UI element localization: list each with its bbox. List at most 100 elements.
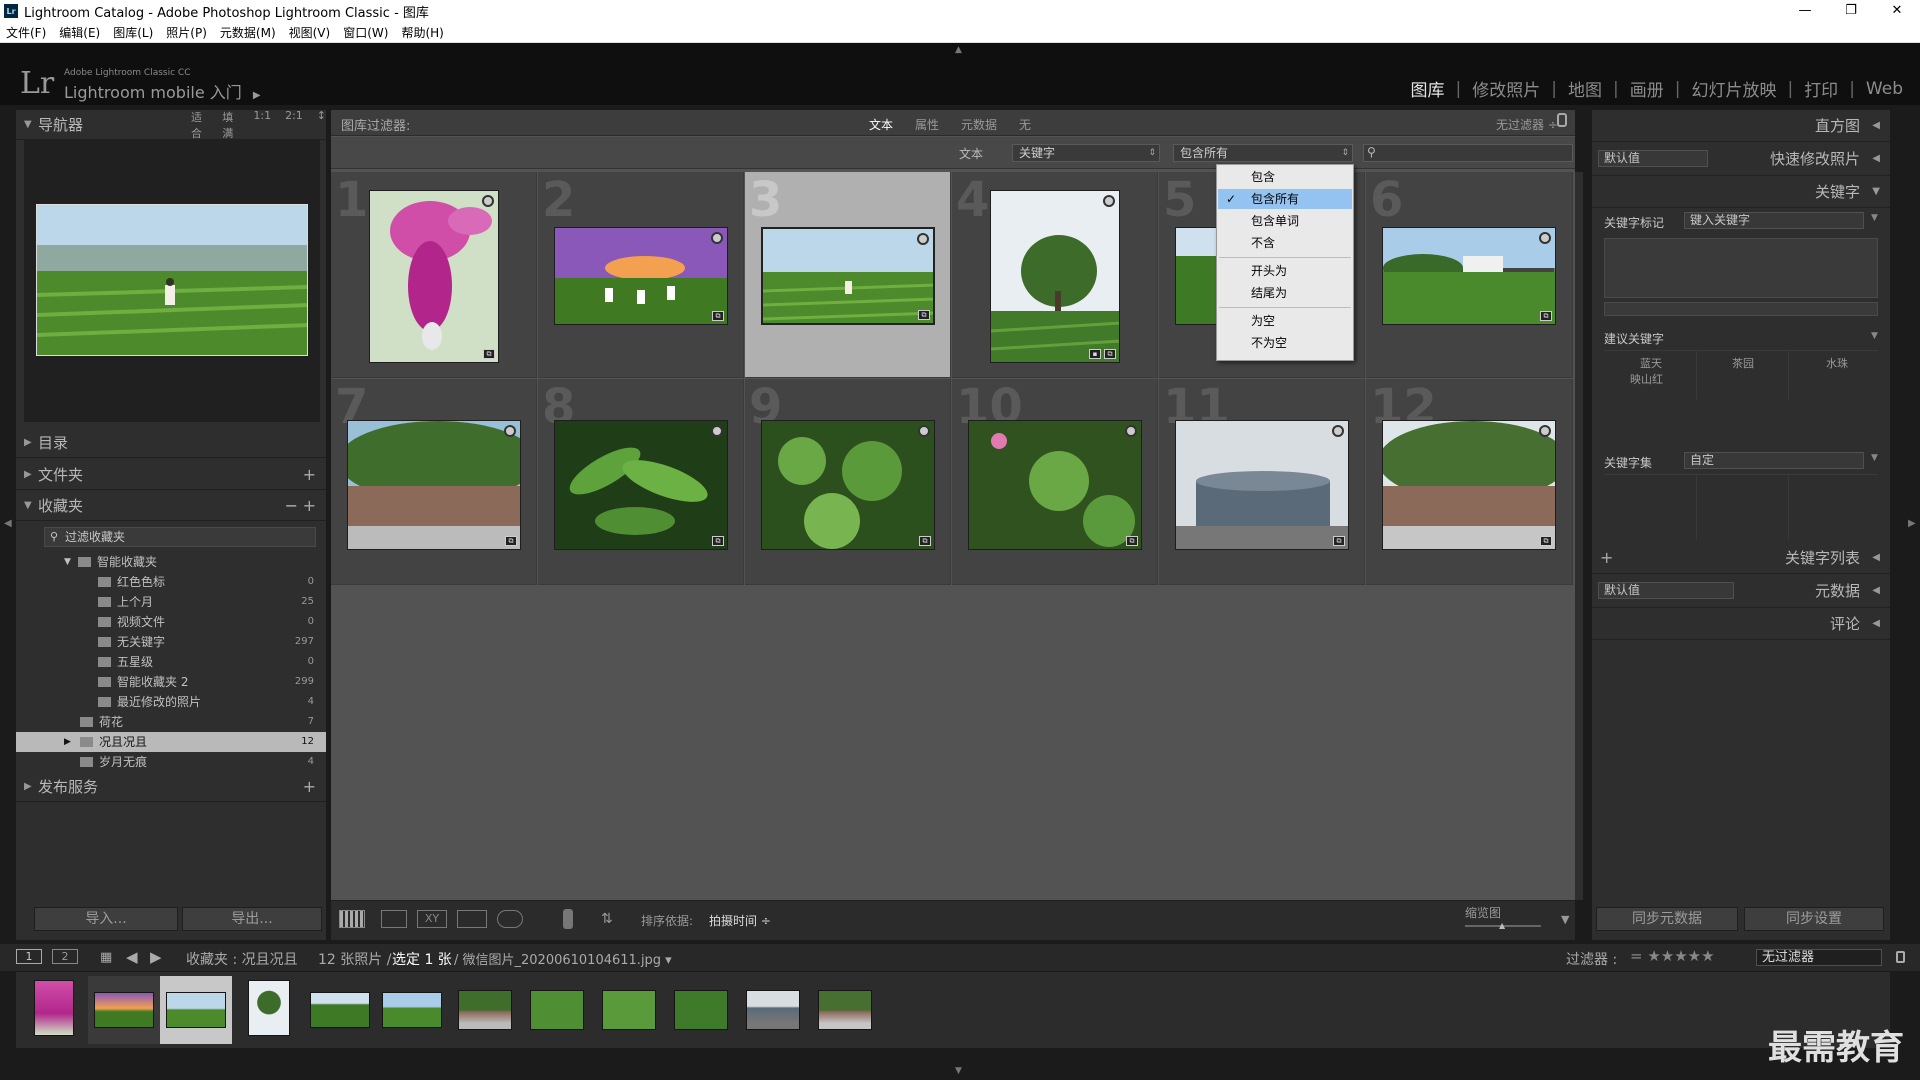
- keyword-text-area[interactable]: [1604, 238, 1878, 298]
- filmstrip-thumb[interactable]: [166, 992, 226, 1028]
- keyword-list-header[interactable]: + 关键字列表 ◀: [1592, 542, 1890, 574]
- collection-item[interactable]: 红色色标 0: [16, 572, 326, 592]
- sync-settings-button[interactable]: 同步设置: [1744, 907, 1884, 931]
- module-slideshow[interactable]: 幻灯片放映: [1680, 76, 1787, 101]
- rule-option[interactable]: 不含: [1218, 233, 1352, 253]
- grid-cell[interactable]: 12 ⧉: [1366, 379, 1573, 585]
- window-2-button[interactable]: 2: [52, 949, 78, 964]
- filter-preset-select[interactable]: 无过滤器 ÷: [1496, 116, 1558, 133]
- quick-develop-header[interactable]: 默认值 快速修改照片 ◀: [1592, 142, 1890, 176]
- back-arrow-icon[interactable]: ◀: [126, 948, 138, 966]
- photo-thumbnail[interactable]: ⧉: [554, 420, 728, 550]
- grid-cell[interactable]: 8 ⧉: [538, 379, 744, 585]
- collapse-bottom-icon[interactable]: ▼: [955, 1066, 962, 1076]
- menu-view[interactable]: 视图(V): [289, 24, 331, 41]
- zoom-fill[interactable]: 填满: [222, 109, 239, 141]
- expand-down-icon[interactable]: ▼: [1871, 331, 1878, 341]
- pick-flag-icon[interactable]: [1332, 425, 1344, 437]
- photo-thumbnail[interactable]: ⧉: [369, 190, 499, 363]
- forward-arrow-icon[interactable]: ▶: [150, 948, 162, 966]
- grid-cell[interactable]: 9 ⧉: [745, 379, 951, 585]
- star-filter[interactable]: = ★★★★★: [1630, 947, 1715, 965]
- spray-can-icon[interactable]: [563, 909, 573, 929]
- expand-down-icon[interactable]: ▼: [1871, 453, 1878, 463]
- menu-edit[interactable]: 编辑(E): [59, 24, 100, 41]
- pick-flag-icon[interactable]: [711, 232, 723, 244]
- grid-mode-icon[interactable]: ▦: [100, 950, 112, 965]
- keyword-tags-select[interactable]: 键入关键字: [1684, 212, 1864, 229]
- survey-view-icon[interactable]: [457, 910, 487, 928]
- filmstrip-filter-select[interactable]: 无过滤器: [1756, 949, 1882, 966]
- filmstrip-thumb[interactable]: [530, 990, 584, 1030]
- filmstrip-thumb[interactable]: [602, 990, 656, 1030]
- collection-item[interactable]: 无关键字 297: [16, 632, 326, 652]
- menu-metadata[interactable]: 元数据(M): [220, 24, 276, 41]
- module-map[interactable]: 地图: [1557, 76, 1613, 101]
- pick-flag-icon[interactable]: [917, 233, 929, 245]
- rule-option[interactable]: 开头为: [1218, 261, 1352, 281]
- grid-cell[interactable]: 6 ⧉: [1366, 172, 1573, 378]
- menu-help[interactable]: 帮助(H): [401, 24, 443, 41]
- lock-icon[interactable]: [1557, 113, 1567, 127]
- menu-photo[interactable]: 照片(P): [166, 24, 207, 41]
- catalog-header[interactable]: ▶ 目录: [16, 428, 326, 458]
- slider-thumb-icon[interactable]: ▲: [1499, 921, 1505, 930]
- rule-option-selected[interactable]: ✓ 包含所有: [1218, 189, 1352, 209]
- rule-option[interactable]: 结尾为: [1218, 283, 1352, 303]
- filmstrip-thumb[interactable]: [458, 990, 512, 1030]
- collapse-right-icon[interactable]: ▶: [1908, 518, 1916, 529]
- rule-select[interactable]: 包含所有 ⇕: [1173, 144, 1353, 162]
- pick-flag-icon[interactable]: [1539, 425, 1551, 437]
- lock-icon[interactable]: [1896, 951, 1905, 963]
- grid-cell[interactable]: 11 ⧉: [1159, 379, 1365, 585]
- menu-file[interactable]: 文件(F): [6, 24, 46, 41]
- keyword-field-select[interactable]: 关键字 ⇕: [1012, 144, 1160, 162]
- module-develop[interactable]: 修改照片: [1461, 76, 1551, 101]
- filmstrip-thumb[interactable]: [34, 980, 74, 1036]
- maximize-button[interactable]: ❐: [1828, 0, 1874, 22]
- filmstrip-thumb[interactable]: [674, 990, 728, 1030]
- pick-flag-icon[interactable]: [1103, 195, 1115, 207]
- module-book[interactable]: 画册: [1619, 76, 1675, 101]
- collection-item[interactable]: 智能收藏夹 2 299: [16, 672, 326, 692]
- suggested-keyword[interactable]: 蓝天: [1640, 355, 1662, 371]
- collection-item[interactable]: 上个月 25: [16, 592, 326, 612]
- pick-flag-icon[interactable]: [711, 425, 723, 437]
- collection-filter-input[interactable]: ⚲ 过滤收藏夹: [44, 527, 316, 547]
- pick-flag-icon[interactable]: [482, 195, 494, 207]
- pick-flag-icon[interactable]: [504, 425, 516, 437]
- photo-thumbnail[interactable]: ⧉: [347, 420, 521, 550]
- collection-item[interactable]: 五星级 0: [16, 652, 326, 672]
- identity-main[interactable]: Lightroom mobile 入门 ▶: [64, 79, 261, 103]
- grid-cell-selected[interactable]: 3 ⧉: [745, 172, 951, 378]
- photo-thumbnail[interactable]: ⧉: [1382, 420, 1556, 550]
- pick-flag-icon[interactable]: [1539, 232, 1551, 244]
- metadata-header[interactable]: 默认值 元数据 ◀: [1592, 574, 1890, 608]
- photo-thumbnail[interactable]: ▪ ⧉: [990, 190, 1120, 363]
- module-web[interactable]: Web: [1855, 79, 1914, 99]
- suggested-keyword[interactable]: 水珠: [1826, 355, 1848, 371]
- filmstrip-thumb[interactable]: [746, 990, 800, 1030]
- people-view-icon[interactable]: [497, 910, 523, 928]
- comments-header[interactable]: 评论 ◀: [1592, 608, 1890, 640]
- grid-scrollbar[interactable]: [1575, 172, 1583, 900]
- grid-view-icon[interactable]: [339, 910, 365, 928]
- grid-cell[interactable]: 7 ⧉: [331, 379, 537, 585]
- remove-collection-icon[interactable]: −: [285, 496, 298, 515]
- rule-option[interactable]: 为空: [1218, 311, 1352, 331]
- sort-select[interactable]: 拍摄时间 ÷: [709, 912, 771, 929]
- module-library[interactable]: 图库: [1400, 76, 1456, 101]
- folders-header[interactable]: ▶ 文件夹 +: [16, 460, 326, 490]
- menu-library[interactable]: 图库(L): [113, 24, 153, 41]
- collection-item[interactable]: 荷花 7: [16, 712, 326, 732]
- histogram-header[interactable]: 直方图 ◀: [1592, 110, 1890, 142]
- photo-thumbnail[interactable]: ⧉: [554, 227, 728, 325]
- module-print[interactable]: 打印: [1793, 76, 1849, 101]
- zoom-more-icon[interactable]: ↕: [317, 109, 326, 141]
- pick-flag-icon[interactable]: [918, 425, 930, 437]
- collection-item[interactable]: 最近修改的照片 4: [16, 692, 326, 712]
- quick-develop-preset[interactable]: 默认值: [1598, 150, 1708, 167]
- sync-metadata-button[interactable]: 同步元数据: [1596, 907, 1738, 931]
- add-collection-icon[interactable]: +: [303, 496, 316, 515]
- filter-tab-none[interactable]: 无: [1019, 116, 1031, 133]
